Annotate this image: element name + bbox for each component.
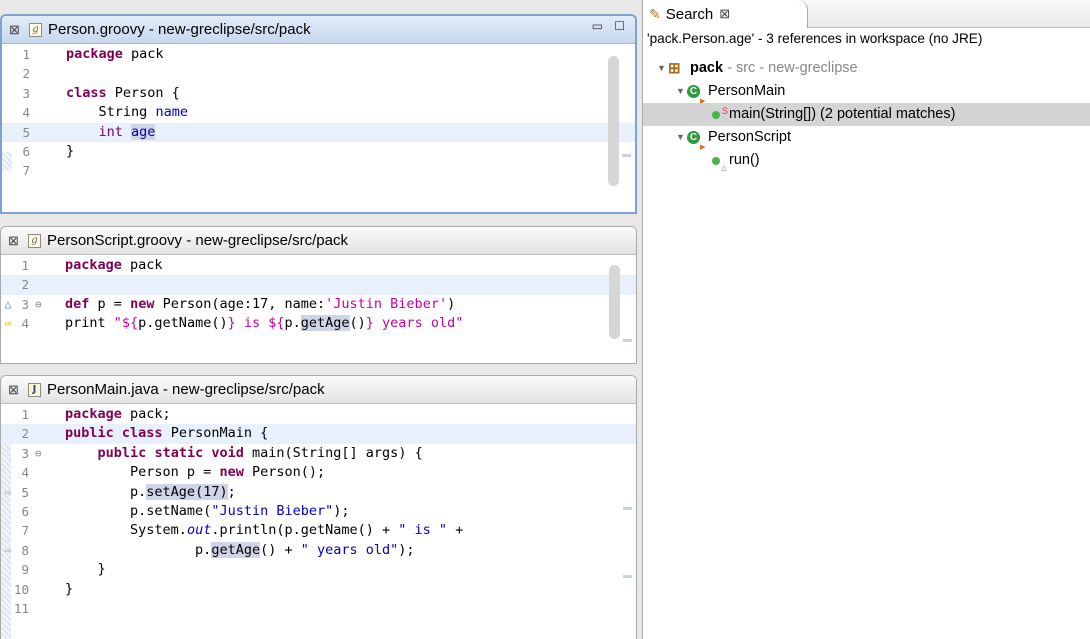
- vertical-scrollbar[interactable]: [609, 265, 620, 339]
- close-icon[interactable]: ⊠: [719, 6, 730, 22]
- code-line: ⇨ 4 print "${p.getName()} is ${p.getAge()}…: [1, 314, 636, 333]
- static-badge-icon: S: [722, 106, 729, 116]
- class-icon: C: [687, 85, 700, 98]
- code-line: 6}: [22, 142, 75, 159]
- code-line-current: 2: [1, 275, 636, 295]
- search-tab-label: Search: [665, 5, 714, 23]
- code-line: 4 Person p = new Person();: [21, 464, 326, 481]
- editor-tab-person-groovy[interactable]: ⊠ g Person.groovy - new-greclipse/src/pa…: [2, 16, 635, 44]
- code-line: 9 }: [21, 561, 106, 578]
- code-line: 1 package pack: [21, 257, 163, 273]
- code-line: ⇨ 5 p.setAge(17);: [1, 483, 636, 502]
- code-area[interactable]: 1 package pack 2 3 class Person { 4 String…: [2, 45, 635, 212]
- match-label: main(String[]) (2 potential matches): [729, 106, 956, 122]
- java-file-icon: J: [28, 382, 41, 397]
- package-name: pack: [690, 60, 724, 76]
- tree-node-class[interactable]: ▼ C ▶ PersonMain: [643, 80, 1090, 105]
- code-line: △ 3 ⊖ def p = new Person(age:17, name:'Just…: [1, 295, 636, 314]
- code-line: 3 class Person {: [22, 84, 180, 101]
- groovy-file-icon: g: [28, 233, 41, 248]
- code-area[interactable]: 1 package pack 2 △ 3 ⊖ def p = new Person(ag…: [1, 256, 636, 363]
- close-icon[interactable]: ⊠: [9, 22, 23, 38]
- editor-title: PersonMain.java - new-greclipse/src/pack: [47, 381, 325, 398]
- overview-marker[interactable]: [622, 154, 631, 157]
- search-tabbar: ✎ Search ⊠: [643, 0, 1090, 28]
- code-line-current: 2 public class PersonMain {: [1, 424, 636, 444]
- code-line: 7: [22, 163, 30, 179]
- overview-marker[interactable]: [623, 339, 632, 342]
- editor-title: PersonScript.groovy - new-greclipse/src/…: [47, 232, 348, 249]
- package-icon: ⊞: [668, 60, 681, 77]
- close-icon[interactable]: ⊠: [8, 233, 22, 249]
- default-access-badge-icon: △: [721, 165, 727, 172]
- editor-personscript-groovy: ⊠ g PersonScript.groovy - new-greclipse/…: [0, 226, 637, 364]
- code-line: 6 p.setName("Justin Bieber");: [21, 502, 350, 519]
- code-line: 7 System.out.println(p.getName() + " is …: [21, 522, 464, 539]
- code-line: ⇨ 8 p.getAge() + " years old");: [1, 541, 636, 560]
- class-name: PersonScript: [708, 129, 792, 145]
- class-name: PersonMain: [708, 83, 786, 99]
- overview-marker[interactable]: [623, 507, 632, 510]
- close-icon[interactable]: ⊠: [8, 382, 22, 398]
- search-result-summary: 'pack.Person.age' - 3 references in work…: [647, 31, 983, 46]
- package-detail: - src - new-greclipse: [727, 60, 858, 76]
- vertical-scrollbar[interactable]: [608, 56, 619, 186]
- class-icon: C: [687, 131, 700, 144]
- match-label: run(): [729, 152, 760, 168]
- search-results-tree[interactable]: ▼ ⊞ pack - src - new-greclipse ▼ C ▶ Per…: [643, 57, 1090, 172]
- method-icon: [712, 111, 720, 119]
- window-controls-icon[interactable]: ▭ ☐: [592, 19, 629, 33]
- fold-icon[interactable]: ⊖: [35, 444, 47, 463]
- tree-node-match[interactable]: △ run(): [643, 149, 1090, 172]
- code-line: 4 String name: [22, 104, 188, 121]
- editor-personmain-java: ⊠ J PersonMain.java - new-greclipse/src/…: [0, 375, 637, 639]
- code-line: 1 package pack: [22, 46, 164, 62]
- groovy-file-icon: g: [29, 22, 42, 37]
- expand-triangle-icon[interactable]: ▼: [676, 80, 685, 103]
- tree-node-match[interactable]: S main(String[]) (2 potential matches): [643, 103, 1090, 126]
- code-line: 2: [22, 66, 30, 82]
- editor-title: Person.groovy - new-greclipse/src/pack: [48, 21, 311, 38]
- editor-tab-personmain-java[interactable]: ⊠ J PersonMain.java - new-greclipse/src/…: [1, 376, 636, 404]
- fold-icon[interactable]: ⊖: [35, 295, 47, 314]
- search-icon: ✎: [649, 5, 661, 22]
- expand-triangle-icon[interactable]: ▼: [657, 57, 666, 80]
- search-view: ✎ Search ⊠ 'pack.Person.age' - 3 referen…: [642, 0, 1090, 639]
- code-area[interactable]: 1 package pack; 2 public class PersonMain …: [1, 405, 636, 639]
- expand-triangle-icon[interactable]: ▼: [676, 126, 685, 149]
- overview-marker[interactable]: [623, 575, 632, 578]
- tab-search[interactable]: ✎ Search ⊠: [643, 0, 808, 28]
- tree-node-package[interactable]: ▼ ⊞ pack - src - new-greclipse: [643, 57, 1090, 80]
- code-line-current: 5 int age: [2, 122, 635, 142]
- tree-node-class[interactable]: ▼ C ▶ PersonScript: [643, 126, 1090, 151]
- editor-tab-personscript-groovy[interactable]: ⊠ g PersonScript.groovy - new-greclipse/…: [1, 227, 636, 255]
- code-line: 1 package pack;: [21, 406, 171, 422]
- code-line: 3 ⊖ public static void main(String[] args…: [1, 444, 636, 463]
- method-icon: [712, 157, 720, 165]
- editor-person-groovy: ⊠ g Person.groovy - new-greclipse/src/pa…: [0, 14, 637, 214]
- code-line: 10}: [13, 580, 74, 597]
- code-line: 11: [13, 600, 29, 616]
